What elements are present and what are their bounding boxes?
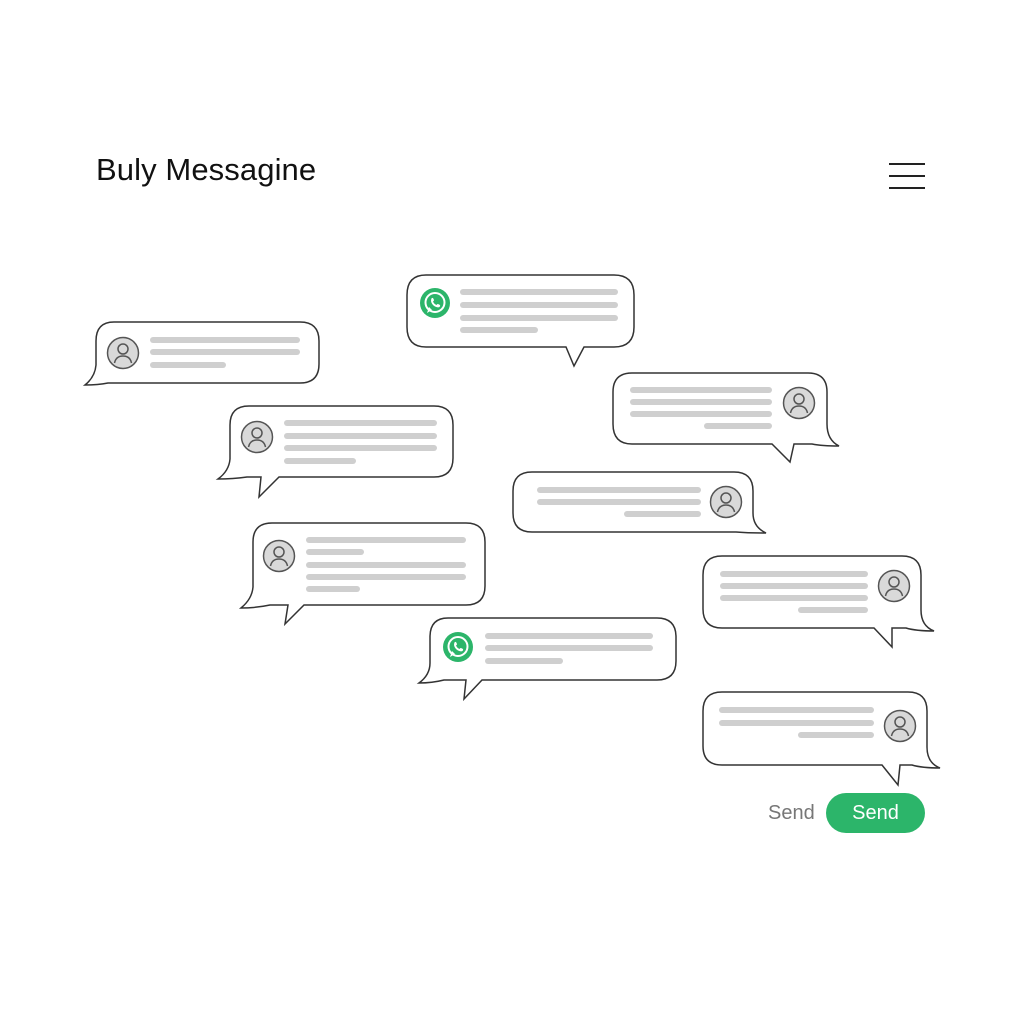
user-avatar-icon [883, 709, 917, 743]
message-bubble[interactable] [238, 522, 488, 628]
user-avatar-icon [782, 386, 816, 420]
message-text-line [537, 499, 701, 505]
message-text-line [284, 458, 356, 464]
send-text-link[interactable]: Send [768, 802, 815, 825]
send-button[interactable]: Send [826, 793, 925, 833]
message-bubble[interactable] [612, 372, 842, 464]
message-text-line [460, 302, 618, 308]
user-avatar-icon [262, 539, 296, 573]
user-avatar-icon [106, 336, 140, 370]
message-text-line [485, 645, 653, 651]
message-bubble[interactable] [512, 471, 770, 537]
message-text-line [306, 537, 466, 543]
message-text-line [306, 549, 364, 555]
message-text-line [150, 337, 300, 343]
message-text-line [720, 571, 868, 577]
message-bubble[interactable] [702, 555, 938, 649]
message-text-line [306, 574, 466, 580]
message-text-line [630, 411, 772, 417]
message-text-line [704, 423, 772, 429]
message-text-line [798, 732, 874, 738]
message-text-line [537, 487, 701, 493]
message-text-line [460, 327, 538, 333]
hamburger-menu-icon [886, 160, 928, 194]
user-avatar-icon [877, 569, 911, 603]
message-bubble[interactable] [406, 274, 636, 369]
message-text-line [306, 586, 360, 592]
message-bubble[interactable] [416, 617, 680, 702]
message-text-line [150, 349, 300, 355]
message-text-line [720, 595, 868, 601]
message-text-line [485, 658, 563, 664]
message-bubble[interactable] [215, 405, 457, 500]
user-avatar-icon [709, 485, 743, 519]
message-text-line [460, 289, 618, 295]
message-text-line [719, 707, 874, 713]
message-text-line [284, 420, 437, 426]
message-bubble[interactable] [702, 691, 944, 787]
message-text-line [624, 511, 701, 517]
whatsapp-icon [441, 630, 475, 664]
user-avatar-icon [240, 420, 274, 454]
message-text-line [306, 562, 466, 568]
message-text-line [485, 633, 653, 639]
message-text-line [720, 583, 868, 589]
message-text-line [719, 720, 874, 726]
messaging-screen: Buly Messagine Send Send [0, 0, 1024, 1024]
message-text-line [630, 399, 772, 405]
message-text-line [460, 315, 618, 321]
message-text-line [798, 607, 868, 613]
whatsapp-icon [418, 286, 452, 320]
page-title: Buly Messagine [96, 152, 317, 187]
message-text-line [284, 433, 437, 439]
message-text-line [630, 387, 772, 393]
message-text-line [150, 362, 226, 368]
message-text-line [284, 445, 437, 451]
menu-button[interactable] [886, 160, 928, 194]
message-bubble[interactable] [82, 321, 322, 389]
